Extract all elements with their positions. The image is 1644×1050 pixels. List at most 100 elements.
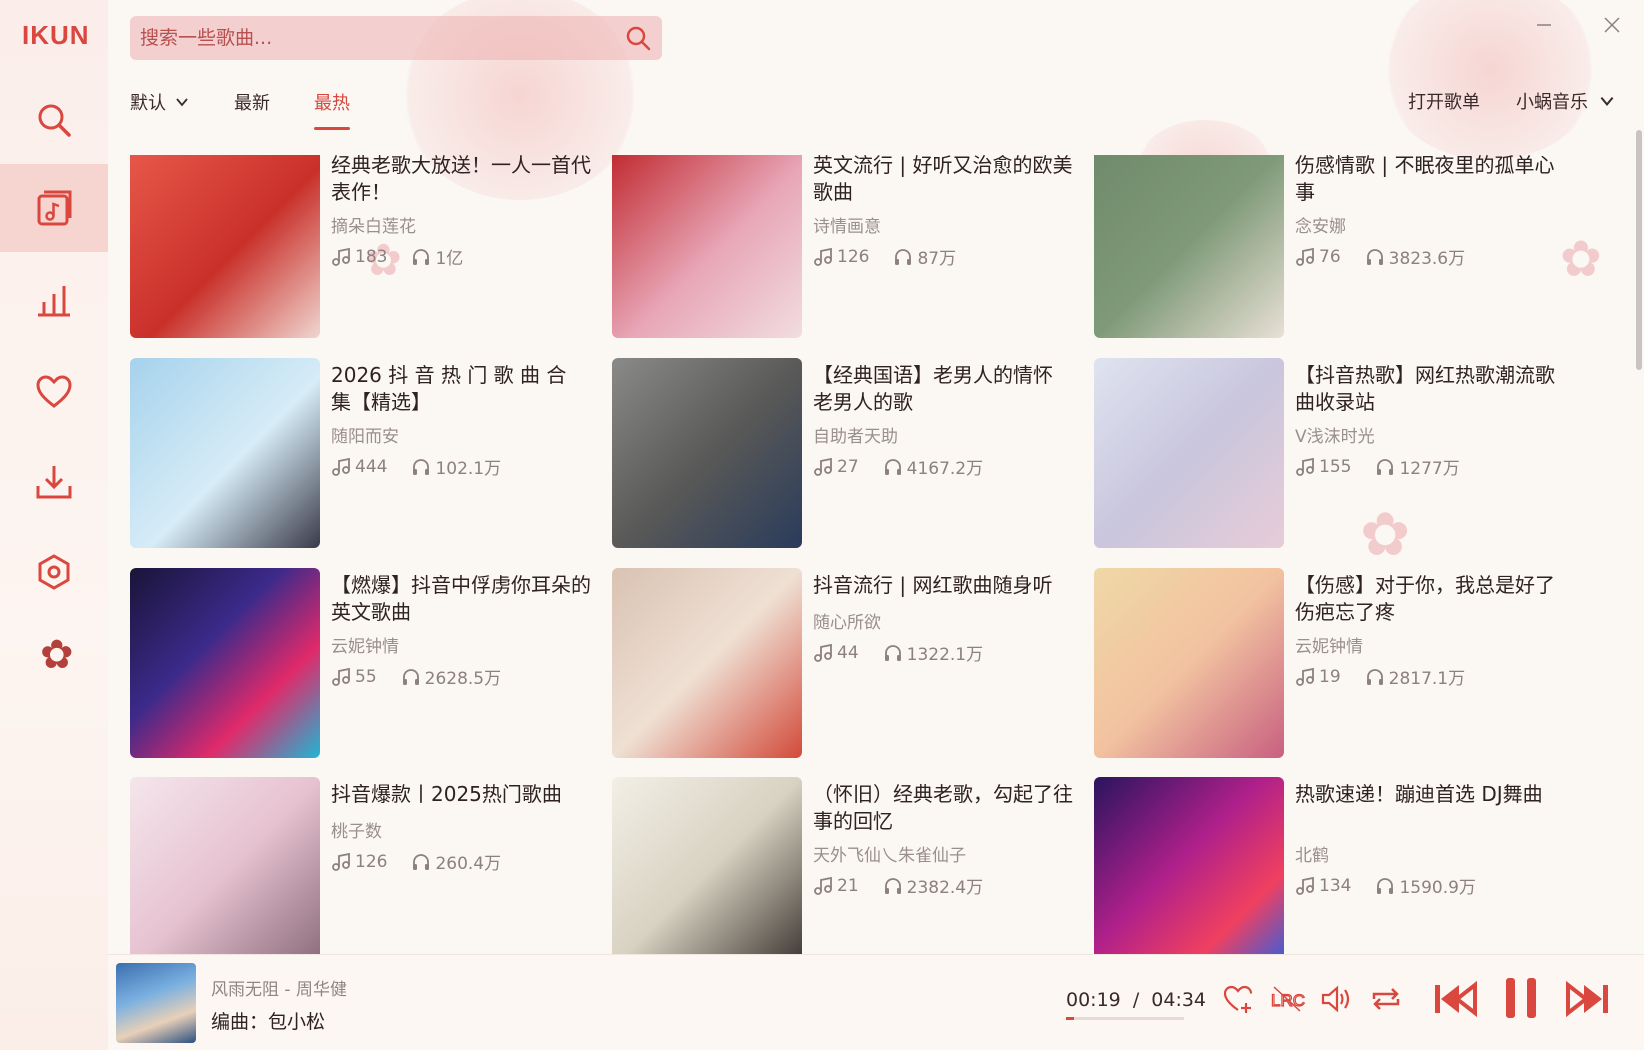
sidebar-item-favorites[interactable] [0,348,108,436]
open-playlist-link[interactable]: 打开歌单 [1408,88,1480,114]
heart-icon [36,375,72,408]
playlist-card[interactable]: 热歌速递！蹦迪首选 DJ舞曲 北鹤 134 1590.9万 [1094,777,1564,955]
tab-latest[interactable]: 最新 [234,88,270,116]
playlist-cover[interactable] [1094,777,1284,955]
playlist-title[interactable]: 【抖音热歌】网红热歌潮流歌曲收录站 [1295,362,1555,416]
playlist-title[interactable]: 【燃爆】抖音中俘虏你耳朵的英文歌曲 [331,572,591,626]
sidebar-item-charts[interactable] [0,256,108,344]
source-select[interactable]: 小蜗音乐 [1516,88,1588,114]
song-count: 27 [813,457,859,477]
chevron-down-icon[interactable] [1598,92,1616,110]
playlist-cover[interactable] [612,155,802,338]
playlist-cover[interactable] [1094,155,1284,338]
favorite-button[interactable] [1222,983,1254,1015]
playlist-card[interactable]: 【伤感】对于你，我总是好了伤疤忘了疼 云妮钟情 19 2817.1万 [1094,568,1564,758]
playlist-card[interactable]: 经典老歌大放送！一人一首代表作！ 摘朵白莲花 183 1亿 [130,155,600,338]
next-button[interactable] [1564,979,1610,1019]
music-note-icon [814,643,832,662]
playlist-title[interactable]: 【伤感】对于你，我总是好了伤疤忘了疼 [1295,572,1555,626]
play-count: 1322.1万 [883,640,983,665]
play-count-value: 260.4万 [435,854,502,874]
playlist-stats: 444 102.1万 [331,454,525,479]
now-playing-cover[interactable] [116,963,196,1043]
song-count: 155 [1295,457,1351,477]
playlist-title[interactable]: 【经典国语】老男人的情怀 老男人的歌 [813,362,1073,416]
playlist-cover[interactable] [1094,358,1284,548]
play-count-value: 1277万 [1399,459,1460,479]
scrollbar[interactable] [1636,130,1642,370]
song-count: 21 [813,876,859,896]
repeat-button[interactable] [1370,983,1402,1015]
play-count: 102.1万 [411,454,501,479]
song-count: 76 [1295,247,1341,267]
skip-back-icon [1435,980,1477,1018]
tab-hottest[interactable]: 最热 [314,88,350,130]
lyrics-button[interactable]: LRC [1270,983,1306,1015]
playlist-card[interactable]: （怀旧）经典老歌，勾起了往事的回忆 天外飞仙乀朱雀仙子 21 2382.4万 [612,777,1082,955]
music-note-icon [814,457,832,476]
sidebar-item-settings[interactable] [0,528,108,616]
song-count-value: 27 [837,456,859,477]
previous-button[interactable] [1433,979,1479,1019]
playlist-stats: 21 2382.4万 [813,873,1007,898]
playlist-author: 念安娜 [1295,217,1346,237]
now-playing-lyric: 编曲：包小松 [211,1011,326,1033]
playlist-title[interactable]: 热歌速递！蹦迪首选 DJ舞曲 [1295,781,1555,808]
playlist-cover[interactable] [612,568,802,758]
search-bar [130,16,662,60]
song-count: 134 [1295,876,1351,896]
playlist-cover[interactable] [130,155,320,338]
playlist-title[interactable]: （怀旧）经典老歌，勾起了往事的回忆 [813,781,1073,835]
playlist-cover[interactable] [130,568,320,758]
play-count: 4167.2万 [883,454,983,479]
tab-default[interactable]: 默认 [130,88,190,116]
search-input[interactable] [140,27,624,49]
playlist-stats: 155 1277万 [1295,454,1484,479]
volume-button[interactable] [1320,983,1354,1015]
playlist-card[interactable]: 【抖音热歌】网红热歌潮流歌曲收录站 V浅沫时光 155 1277万 [1094,358,1564,548]
playlist-cover[interactable] [1094,568,1284,758]
sidebar-item-playlist[interactable] [0,164,108,252]
total-time: 04:34 [1151,989,1207,1011]
minimize-button[interactable] [1526,10,1562,40]
search-icon[interactable] [624,24,652,52]
minimize-icon [1537,24,1551,26]
playlist-card[interactable]: 伤感情歌 | 不眠夜里的孤单心事 念安娜 76 3823.6万 [1094,155,1564,338]
play-count-value: 1亿 [435,249,464,269]
playlist-card[interactable]: 抖音流行 | 网红歌曲随身听 随心所欲 44 1322.1万 [612,568,1082,758]
sidebar-item-downloads[interactable] [0,438,108,526]
song-count: 183 [331,247,387,267]
sort-tabs: 默认 最新 最热 [130,88,394,130]
playlist-title[interactable]: 英文流行 | 好听又治愈的欧美歌曲 [813,155,1073,206]
song-count-value: 55 [355,666,377,687]
playlist-cover[interactable] [612,358,802,548]
playlist-card[interactable]: 英文流行 | 好听又治愈的欧美歌曲 诗情画意 126 87万 [612,155,1082,338]
progress-bar[interactable] [1066,1017,1184,1020]
playlist-title[interactable]: 2026 抖 音 热 门 歌 曲 合 集【精选】 [331,362,591,416]
close-button[interactable] [1594,10,1630,40]
pause-button[interactable] [1501,975,1541,1021]
playlist-title[interactable]: 经典老歌大放送！一人一首代表作！ [331,155,591,206]
playlist-card[interactable]: 【燃爆】抖音中俘虏你耳朵的英文歌曲 云妮钟情 55 2628.5万 [130,568,600,758]
playlist-card[interactable]: 抖音爆款丨2025热门歌曲 桃子数 126 260.4万 [130,777,600,955]
music-note-icon [814,247,832,266]
headphones-icon [413,248,430,265]
playlist-cover[interactable] [130,777,320,955]
music-note-icon [332,667,350,686]
progress-fill [1066,1017,1075,1020]
sidebar-item-search[interactable] [0,76,108,164]
playlist-title[interactable]: 抖音爆款丨2025热门歌曲 [331,781,591,808]
app-logo: IKUN [22,20,90,50]
play-count-value: 2382.4万 [906,878,984,898]
playlist-title[interactable]: 伤感情歌 | 不眠夜里的孤单心事 [1295,155,1555,206]
music-note-icon [332,457,350,476]
playlist-card[interactable]: 2026 抖 音 热 门 歌 曲 合 集【精选】 随阳而安 444 102.1万 [130,358,600,548]
bar-chart-icon [38,286,70,317]
playlist-cover[interactable] [130,358,320,548]
playlist-title[interactable]: 抖音流行 | 网红歌曲随身听 [813,572,1073,599]
play-count-value: 87万 [917,249,957,269]
now-playing-song: 风雨无阻 - 周华健 [211,980,347,1000]
playlist-card[interactable]: 【经典国语】老男人的情怀 老男人的歌 自助者天助 27 4167.2万 [612,358,1082,548]
playlist-cover[interactable] [612,777,802,955]
play-count: 87万 [893,244,956,269]
